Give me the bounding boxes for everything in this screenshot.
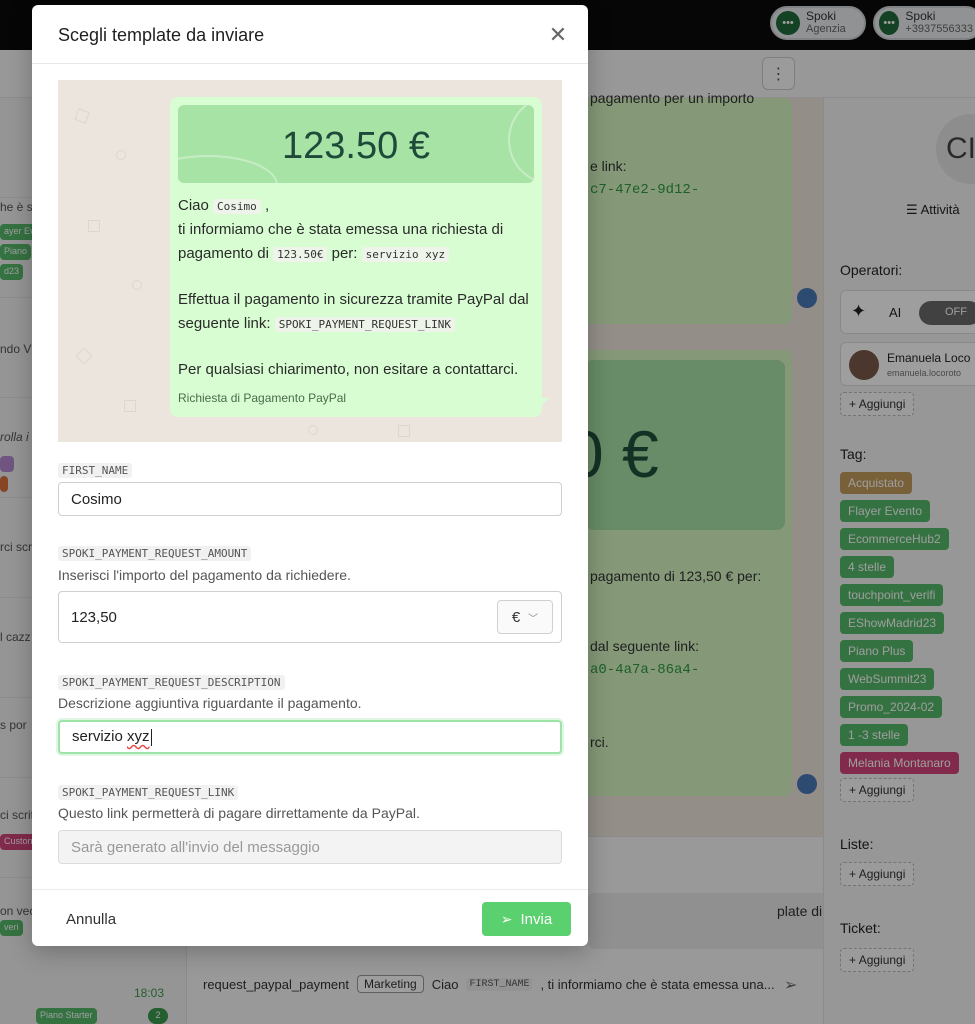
pattern-shape: [116, 150, 126, 160]
amount-var: 123.50€: [273, 247, 328, 262]
description-var: servizio xyz: [361, 247, 450, 262]
first-name-input[interactable]: Cosimo: [58, 482, 562, 516]
amount-input[interactable]: 123,50 € ﹀: [58, 591, 562, 643]
link-input: Sarà generato all'invio del messaggio: [58, 830, 562, 864]
pattern-shape: [124, 400, 136, 412]
line-text: seguente link:: [178, 315, 271, 332]
line-text: pagamento di: [178, 245, 269, 262]
message-preview: 123.50 € Ciao Cosimo , ti informiamo che…: [58, 80, 562, 442]
pattern-shape: [88, 220, 100, 232]
amount-value: 123,50: [71, 608, 117, 626]
preview-line-greeting: Ciao Cosimo ,: [178, 197, 269, 214]
preview-line-link: seguente link: SPOKI_PAYMENT_REQUEST_LIN…: [178, 315, 455, 332]
preview-footer: Richiesta di Pagamento PayPal: [178, 391, 347, 405]
modal-header: Scegli template da inviare ✕: [32, 5, 588, 64]
description-value: servizio xyz: [72, 728, 152, 746]
link-help: Questo link permetterà di pagare dirrett…: [58, 805, 420, 821]
cancel-button[interactable]: Annulla: [66, 911, 116, 928]
modal-title: Scegli template da inviare: [58, 25, 265, 45]
greeting-text: Ciao: [178, 197, 209, 214]
first-name-value: Cosimo: [71, 490, 122, 508]
send-label: Invia: [520, 910, 553, 928]
description-label: SPOKI_PAYMENT_REQUEST_DESCRIPTION: [58, 675, 285, 690]
currency-value: €: [511, 608, 521, 626]
pattern-shape: [308, 425, 318, 435]
bubble-tail: [535, 398, 549, 412]
amount-description: Inserisci l'importo del pagamento da ric…: [58, 567, 351, 583]
send-button[interactable]: ➢ Invia: [482, 902, 571, 936]
first-name-var: Cosimo: [213, 199, 261, 214]
currency-select[interactable]: € ﹀: [497, 600, 553, 634]
link-label: SPOKI_PAYMENT_REQUEST_LINK: [58, 785, 239, 800]
amount-label: SPOKI_PAYMENT_REQUEST_AMOUNT: [58, 546, 252, 561]
send-icon: ➢: [500, 910, 513, 927]
description-value-a: servizio: [72, 728, 128, 746]
preview-amount: 123.50 €: [282, 125, 430, 167]
preview-line: Per qualsiasi chiarimento, non esitare a…: [178, 361, 519, 378]
pattern-shape: [74, 108, 90, 124]
line-text: per:: [331, 245, 358, 262]
text-caret: [150, 728, 152, 746]
preview-line-amount: pagamento di 123.50€ per: servizio xyz: [178, 245, 450, 262]
chevron-down-icon: ﹀: [528, 613, 539, 625]
close-icon[interactable]: ✕: [548, 24, 568, 46]
description-input[interactable]: servizio xyz: [58, 720, 562, 754]
pattern-shape: [132, 280, 142, 290]
description-value-b: xyz: [127, 728, 150, 746]
first-name-label: FIRST_NAME: [58, 463, 133, 478]
preview-line: ti informiamo che è stata emessa una ric…: [178, 221, 504, 238]
amount-header: 123.50 €: [178, 105, 534, 183]
template-modal: Scegli template da inviare ✕ 123.50 € Ci…: [32, 5, 588, 946]
link-placeholder: Sarà generato all'invio del messaggio: [71, 838, 320, 856]
pattern-shape: [398, 425, 410, 437]
link-var: SPOKI_PAYMENT_REQUEST_LINK: [274, 317, 455, 332]
message-bubble: 123.50 € Ciao Cosimo , ti informiamo che…: [170, 97, 542, 417]
description-help: Descrizione aggiuntiva riguardante il pa…: [58, 695, 362, 711]
preview-line: Effettua il pagamento in sicurezza trami…: [178, 291, 529, 308]
comma: ,: [264, 197, 270, 214]
pattern-shape: [75, 347, 93, 365]
